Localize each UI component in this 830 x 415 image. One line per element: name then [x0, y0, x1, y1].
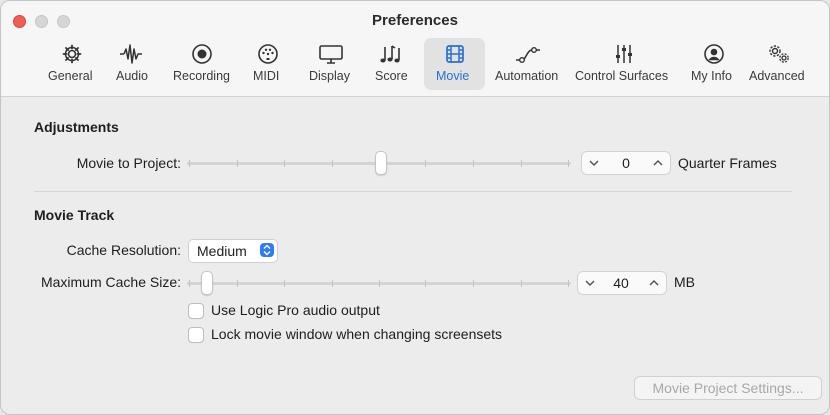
tab-automation-label: Automation	[495, 69, 559, 83]
slider-tick	[189, 280, 190, 287]
slider-tick	[332, 280, 333, 287]
tab-movie[interactable]: Movie	[424, 38, 485, 90]
cache-resolution-label: Cache Resolution:	[66, 242, 181, 258]
tab-score[interactable]: Score	[369, 38, 413, 90]
movie-to-project-slider[interactable]	[187, 151, 571, 175]
movie-to-project-unit: Quarter Frames	[678, 155, 777, 171]
display-icon	[319, 45, 343, 64]
window-title: Preferences	[372, 12, 458, 29]
slider-tick	[568, 160, 569, 167]
preferences-window: Preferences General Audio Recording MIDI	[0, 0, 830, 415]
tab-my-info[interactable]: My Info	[687, 38, 741, 90]
cache-resolution-value: Medium	[197, 243, 247, 259]
tab-recording[interactable]: Recording	[167, 38, 237, 90]
tab-advanced[interactable]: Advanced	[747, 38, 811, 90]
title-bar: Preferences General Audio Recording MIDI	[1, 1, 829, 97]
use-logic-audio-checkbox[interactable]	[188, 303, 204, 319]
chevron-up-icon[interactable]	[650, 154, 666, 172]
slider-tick	[189, 160, 190, 167]
person-icon	[704, 44, 724, 64]
section-divider	[34, 191, 792, 192]
tab-my-info-label: My Info	[691, 69, 732, 83]
tab-audio[interactable]: Audio	[109, 38, 155, 90]
slider-tick	[284, 160, 285, 167]
tab-midi[interactable]: MIDI	[247, 38, 289, 90]
slider-tick	[425, 280, 426, 287]
slider-tick	[379, 280, 380, 287]
tab-general[interactable]: General	[43, 38, 101, 90]
slider-tick	[284, 280, 285, 287]
film-icon	[445, 45, 464, 63]
slider-thumb[interactable]	[201, 271, 213, 295]
tab-advanced-label: Advanced	[749, 69, 805, 83]
slider-thumb[interactable]	[375, 151, 387, 175]
preferences-toolbar: General Audio Recording MIDI Display Sco…	[1, 38, 829, 92]
tab-display[interactable]: Display	[303, 38, 359, 90]
movie-to-project-stepper[interactable]: 0	[581, 151, 671, 175]
cache-resolution-popup[interactable]: Medium	[188, 239, 278, 263]
maximum-cache-size-unit: MB	[674, 274, 695, 290]
tab-general-label: General	[48, 69, 93, 83]
slider-tick	[473, 280, 474, 287]
movie-project-settings-button[interactable]: Movie Project Settings...	[634, 376, 822, 400]
tab-display-label: Display	[309, 69, 350, 83]
maximum-cache-size-stepper[interactable]: 40	[577, 271, 667, 295]
maximum-cache-size-value[interactable]: 40	[610, 275, 632, 291]
midi-port-icon	[258, 44, 278, 64]
slider-tick	[237, 280, 238, 287]
music-notes-icon	[380, 45, 400, 63]
gears-icon	[769, 45, 789, 63]
tab-control-surfaces-label: Control Surfaces	[575, 69, 669, 83]
slider-tick	[521, 280, 522, 287]
movie-track-heading: Movie Track	[34, 207, 115, 223]
tab-score-label: Score	[375, 69, 408, 83]
gear-icon	[62, 44, 82, 64]
use-logic-audio-label[interactable]: Use Logic Pro audio output	[211, 302, 380, 318]
automation-curve-icon	[516, 46, 540, 63]
tab-movie-label: Movie	[436, 69, 470, 83]
maximum-cache-size-label: Maximum Cache Size:	[40, 274, 181, 290]
slider-tick	[237, 160, 238, 167]
tab-midi-label: MIDI	[253, 69, 280, 83]
waveform-icon	[120, 44, 142, 64]
slider-tick	[473, 160, 474, 167]
chevron-down-icon[interactable]	[582, 274, 598, 292]
chevron-down-icon[interactable]	[586, 154, 602, 172]
tab-audio-label: Audio	[116, 69, 148, 83]
lock-movie-window-checkbox[interactable]	[188, 327, 204, 343]
slider-tick	[521, 160, 522, 167]
tab-control-surfaces[interactable]: Control Surfaces	[571, 38, 677, 90]
maximum-cache-size-slider[interactable]	[187, 271, 571, 295]
sliders-icon	[616, 45, 632, 63]
slider-tick	[332, 160, 333, 167]
chevron-up-icon[interactable]	[646, 274, 662, 292]
tab-automation[interactable]: Automation	[493, 38, 563, 90]
record-icon	[192, 44, 212, 64]
movie-to-project-value[interactable]: 0	[615, 155, 637, 171]
slider-tick	[568, 280, 569, 287]
lock-movie-window-label[interactable]: Lock movie window when changing screense…	[211, 326, 502, 342]
slider-tick	[425, 160, 426, 167]
adjustments-heading: Adjustments	[34, 119, 119, 135]
movie-to-project-label: Movie to Project:	[76, 155, 181, 171]
popup-arrows-icon	[260, 243, 274, 257]
tab-recording-label: Recording	[173, 69, 230, 83]
